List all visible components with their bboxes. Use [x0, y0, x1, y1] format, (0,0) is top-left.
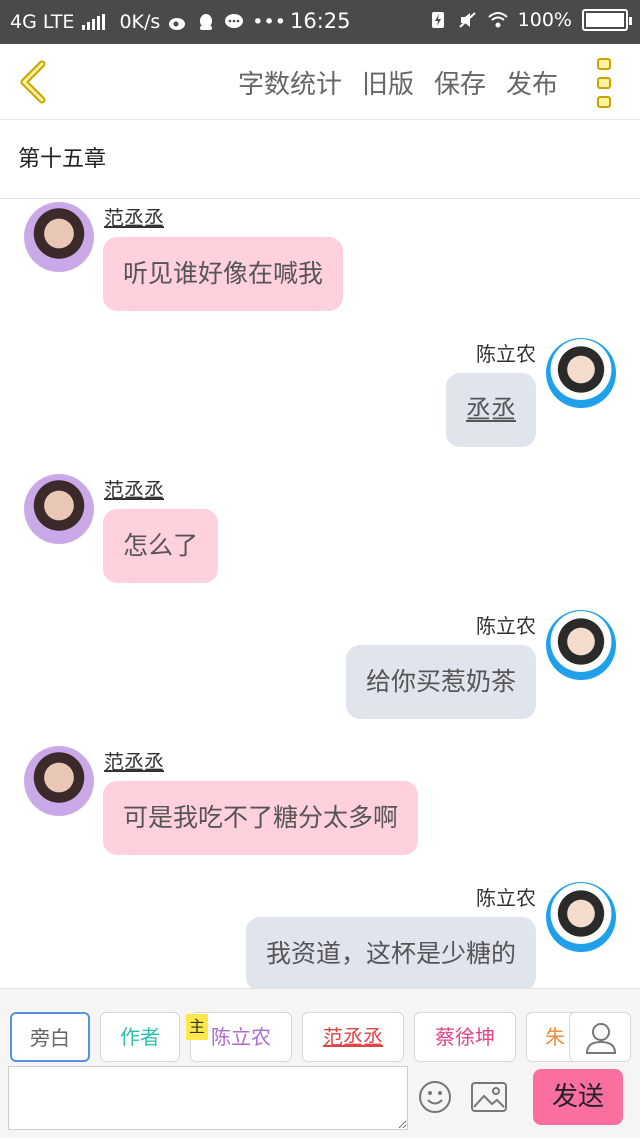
avatar-chen[interactable]: [546, 882, 616, 952]
qq-icon: [200, 14, 213, 30]
sender-name: 陈立农: [476, 886, 536, 910]
back-icon[interactable]: [14, 58, 54, 106]
editor-header: 字数统计 旧版 保存 发布: [0, 44, 640, 120]
chip-fan[interactable]: 范丞丞: [302, 1012, 404, 1062]
more-notifications-icon: •••: [252, 11, 286, 33]
battery-label: 100%: [517, 9, 572, 31]
sender-name: 陈立农: [476, 614, 536, 638]
status-left: 4G LTE 0K/s •••: [10, 11, 286, 33]
message-bubble[interactable]: 听见谁好像在喊我: [103, 237, 344, 311]
chapter-title[interactable]: 第十五章: [0, 121, 640, 199]
status-right: 100%: [428, 9, 632, 31]
image-icon[interactable]: [470, 1080, 508, 1114]
more-menu-icon[interactable]: [592, 58, 616, 108]
message-bubble[interactable]: 丞丞: [445, 373, 536, 447]
send-button[interactable]: 发送: [533, 1069, 623, 1125]
header-actions: 字数统计 旧版 保存 发布: [238, 64, 558, 101]
message-bubble[interactable]: 我资道，这杯是少糖的: [245, 917, 536, 988]
wifi-icon: [488, 12, 508, 28]
add-character-button[interactable]: [569, 1012, 631, 1062]
input-row: 发送: [0, 1062, 640, 1138]
clock: 16:25: [290, 9, 351, 33]
message-input[interactable]: [8, 1066, 408, 1130]
avatar-fan[interactable]: [24, 474, 94, 544]
chip-narration[interactable]: 旁白: [10, 1012, 90, 1062]
signal-icon: [82, 14, 106, 30]
chip-cai[interactable]: 蔡徐坤: [414, 1012, 516, 1062]
message-bubble[interactable]: 可是我吃不了糖分太多啊: [103, 781, 419, 855]
sender-name: 范丞丞: [104, 206, 164, 230]
host-tag: 主: [186, 1014, 208, 1040]
status-bar: 4G LTE 0K/s ••• 16:25 100%: [0, 0, 640, 44]
publish-button[interactable]: 发布: [506, 64, 558, 101]
message-bubble[interactable]: 给你买惹奶茶: [345, 645, 536, 719]
avatar-fan[interactable]: [24, 202, 94, 272]
avatar-chen[interactable]: [546, 610, 616, 680]
avatar-chen[interactable]: [546, 338, 616, 408]
sender-name: 范丞丞: [104, 478, 164, 502]
avatar-fan[interactable]: [24, 746, 94, 816]
message-bubble[interactable]: 怎么了: [103, 509, 219, 583]
weibo-icon: [169, 18, 186, 30]
emoji-icon[interactable]: [418, 1080, 452, 1114]
network-label: 4G LTE: [10, 11, 75, 33]
battery-icon: [582, 9, 632, 31]
sender-name: 范丞丞: [104, 750, 164, 774]
chat-icon: [225, 14, 244, 28]
mute-icon: [458, 12, 476, 28]
charging-icon: [431, 12, 444, 28]
chat-area[interactable]: 范丞丞 听见谁好像在喊我 陈立农 丞丞 范丞丞 怎么了 陈立农 给你买惹奶茶 范…: [0, 200, 640, 988]
speed-label: 0K/s: [119, 11, 161, 33]
word-count-button[interactable]: 字数统计: [238, 64, 342, 101]
user-icon: [585, 1023, 617, 1054]
old-version-button[interactable]: 旧版: [362, 64, 414, 101]
sender-name: 陈立农: [476, 342, 536, 366]
save-button[interactable]: 保存: [434, 64, 486, 101]
chip-author[interactable]: 作者: [100, 1012, 180, 1062]
